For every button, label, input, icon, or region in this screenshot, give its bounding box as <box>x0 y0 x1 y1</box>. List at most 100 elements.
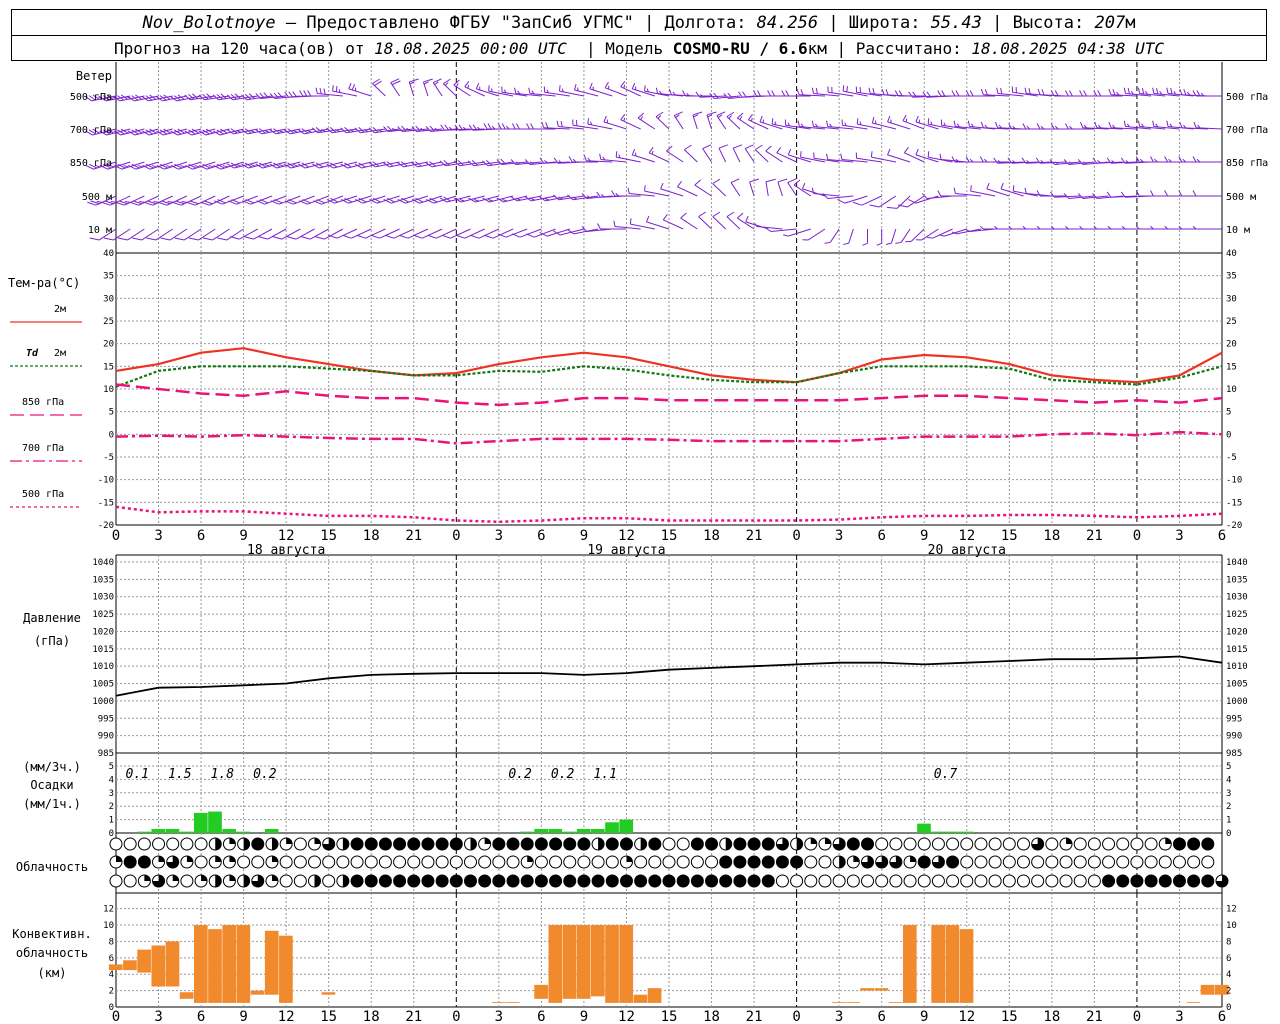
conv-bar <box>931 925 945 1003</box>
wind-barb <box>597 223 627 230</box>
hour-tick-top: 6 <box>1218 528 1226 544</box>
wind-barb <box>702 144 712 163</box>
cloud-symbol <box>577 837 591 851</box>
cloud-symbol <box>520 874 534 888</box>
precip-bar <box>151 828 166 833</box>
wind-barb <box>541 121 570 130</box>
precip-tick: 2 <box>109 802 114 812</box>
precip-bar <box>520 831 534 833</box>
precip-bar <box>548 828 563 833</box>
cloud-symbol <box>832 855 846 869</box>
cloud-symbol <box>676 855 690 869</box>
cloud-symbol <box>634 837 648 851</box>
cloud-symbol <box>322 874 336 888</box>
precip-sum-label: 0.2 <box>253 767 277 782</box>
wind-barb <box>726 111 741 130</box>
temp-tick-right: 25 <box>1226 317 1237 327</box>
hour-tick-top: 3 <box>154 528 162 544</box>
wind-level-label-right: 700 гПа <box>1226 125 1268 136</box>
precip-bar <box>931 831 945 833</box>
wind-barb <box>558 85 585 97</box>
cloud-symbol <box>719 837 733 851</box>
pressure-tick: 990 <box>98 732 114 742</box>
wind-title: Ветер <box>76 69 112 83</box>
cloud-symbol <box>577 855 591 869</box>
cloud-symbol <box>761 837 775 851</box>
wind-barb <box>726 211 741 230</box>
wind-barb <box>662 214 684 230</box>
temp-legend-label: 850 гПа <box>22 397 64 408</box>
conv-bar <box>605 925 619 1003</box>
cloud-symbol <box>662 855 676 869</box>
hour-tick-top: 21 <box>746 528 763 544</box>
cloud-symbol <box>1158 837 1172 851</box>
conv-bar <box>846 1002 860 1003</box>
cloud-symbol <box>1087 837 1101 851</box>
wind-level-label: 700 гПа <box>70 125 112 136</box>
hour-tick-top: 12 <box>278 528 295 544</box>
hour-tick-bottom: 21 <box>405 1009 422 1024</box>
hour-tick-bottom: 6 <box>1218 1009 1226 1024</box>
wind-barb <box>754 223 783 230</box>
wind-level-label: 10 м <box>88 225 112 236</box>
cloud-symbol <box>1102 855 1116 869</box>
conv-bar <box>491 1002 506 1003</box>
wind-barb <box>986 182 1010 197</box>
conv-tick-right: 12 <box>1226 905 1237 915</box>
cloud-symbol <box>137 874 151 888</box>
hour-tick-top: 6 <box>877 528 885 544</box>
wind-barb <box>422 78 433 97</box>
temp-tick: 25 <box>103 317 114 327</box>
cloud-symbol <box>761 855 775 869</box>
cloud-symbol <box>1016 874 1030 888</box>
cloud-symbol <box>676 874 690 888</box>
cloud-symbol <box>705 855 719 869</box>
cloud-symbol <box>137 855 151 869</box>
wind-barb <box>673 111 684 130</box>
cloud-symbol <box>1116 837 1130 851</box>
hour-tick-top: 12 <box>618 528 635 544</box>
conv-tick-right: 2 <box>1226 987 1231 997</box>
cloud-symbol <box>1002 874 1016 888</box>
temp-tick-right: 30 <box>1226 294 1237 304</box>
cloud-symbol <box>1031 837 1045 851</box>
cloud-symbol <box>279 837 293 851</box>
cloud-symbol <box>1187 855 1201 869</box>
wind-barb <box>718 144 729 163</box>
precip-unit-1h: (мм/1ч.) <box>23 797 81 811</box>
td-label-b: 2м <box>54 348 66 359</box>
temp-legend-label: 2м <box>54 304 66 315</box>
cloud-symbol <box>393 837 407 851</box>
cloud-symbol <box>1073 855 1087 869</box>
conv-bar <box>548 925 563 1003</box>
wind-barb <box>980 88 1010 97</box>
cloud-symbol <box>719 874 733 888</box>
hour-tick-top: 6 <box>197 528 205 544</box>
cloud-symbol <box>1144 855 1158 869</box>
cloud-symbol <box>506 837 520 851</box>
precip-sum-label: 1.1 <box>593 767 616 782</box>
wind-barb <box>1108 121 1137 130</box>
precip-title: Осадки <box>30 778 73 792</box>
cloud-symbol <box>875 874 889 888</box>
hour-tick-bottom: 12 <box>278 1009 295 1024</box>
cloud-symbol <box>563 855 577 869</box>
conv-bar <box>179 992 194 999</box>
conv-title-a: Конвективн. <box>12 927 91 941</box>
wind-barb <box>328 228 358 239</box>
cloud-symbol <box>534 855 548 869</box>
wind-barb <box>556 120 584 130</box>
pressure-tick-right: 990 <box>1226 732 1242 742</box>
wind-barb <box>698 211 712 230</box>
cloud-symbol <box>407 837 421 851</box>
wind-level-label: 500 гПа <box>70 92 112 103</box>
conv-bar <box>1200 984 1215 995</box>
hour-tick-bottom: 15 <box>1001 1009 1018 1024</box>
temp-tick-right: 40 <box>1226 249 1237 259</box>
cloud-symbol <box>407 874 421 888</box>
precip-tick: 0 <box>109 829 114 839</box>
temp-tick-right: 35 <box>1226 272 1237 282</box>
pressure-tick-right: 1000 <box>1226 697 1248 707</box>
hour-tick-bottom: 0 <box>452 1009 460 1024</box>
cloud-symbol <box>889 855 903 869</box>
